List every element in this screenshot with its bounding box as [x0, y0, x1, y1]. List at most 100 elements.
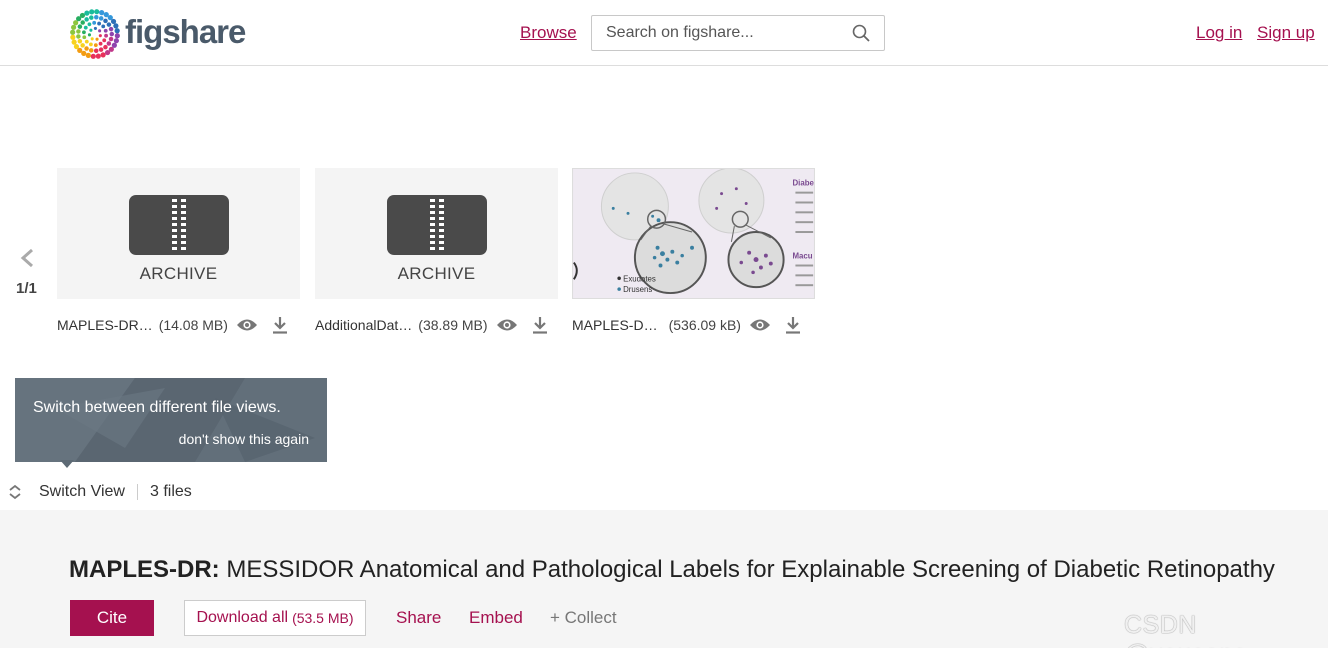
retina-figure-preview: Exudates Drusens Diabe Macu — [573, 169, 814, 298]
logo-dot — [98, 29, 102, 33]
logo-dot — [103, 18, 108, 24]
logo-dot — [84, 46, 89, 51]
switch-view-bar: Switch View 3 files — [8, 482, 192, 502]
logo-text: figshare — [125, 13, 246, 50]
logo-dot — [70, 29, 76, 35]
thumbnail-type-label: ARCHIVE — [397, 264, 476, 283]
logo-dot — [98, 47, 104, 52]
logo-dot — [77, 39, 83, 44]
search-icon[interactable] — [852, 24, 870, 42]
file-thumbnail[interactable]: ARCHIVE — [315, 168, 558, 299]
logo-dot — [82, 35, 87, 40]
signup-link[interactable]: Sign up — [1257, 23, 1315, 43]
file-card: Exudates Drusens Diabe Macu MAPLES-D… (5… — [572, 168, 815, 335]
image-thumbnail[interactable]: Exudates Drusens Diabe Macu — [572, 168, 815, 299]
login-link[interactable]: Log in — [1196, 23, 1242, 43]
article-detail-section: MAPLES-DR: MESSIDOR Anatomical and Patho… — [0, 510, 1328, 648]
logo-dot — [106, 22, 112, 27]
logo-dot — [93, 26, 97, 30]
logo-dot — [110, 18, 117, 25]
logo-dot — [89, 15, 94, 20]
logo-dot — [103, 28, 108, 33]
chevron-left-icon[interactable] — [18, 247, 38, 269]
file-thumbnail[interactable]: ARCHIVE — [57, 168, 300, 299]
logo-dot — [103, 44, 108, 50]
archive-icon — [128, 195, 229, 255]
logo-dot — [84, 17, 89, 22]
file-view-tooltip: Switch between different file views. don… — [15, 378, 327, 462]
side-title-diabetic: Diabe — [792, 179, 814, 188]
download-icon[interactable] — [532, 316, 548, 334]
browse-link[interactable]: Browse — [520, 23, 577, 43]
eye-icon[interactable] — [496, 318, 518, 332]
file-name: MAPLES-DR… — [57, 317, 153, 333]
share-link[interactable]: Share — [396, 608, 441, 628]
logo-dot — [113, 38, 119, 44]
file-card: ARCHIVE AdditionalDat… (38.89 MB) — [315, 168, 558, 335]
embed-link[interactable]: Embed — [469, 608, 523, 628]
eye-icon[interactable] — [236, 318, 258, 332]
logo-dot — [84, 10, 90, 16]
logo-dot — [108, 26, 114, 32]
file-size: (14.08 MB) — [158, 317, 228, 333]
logo-dot — [114, 33, 120, 39]
figshare-logo[interactable]: figshare — [68, 8, 246, 60]
side-title-macular: Macu — [792, 252, 812, 261]
eye-icon[interactable] — [749, 318, 771, 332]
logo-dot — [83, 25, 88, 30]
file-name: AdditionalDat… — [315, 317, 413, 333]
file-count: 3 files — [149, 483, 192, 500]
cite-button[interactable]: Cite — [70, 600, 154, 636]
logo-dot — [76, 34, 81, 39]
logo-dot — [90, 53, 96, 59]
logo-dot — [85, 52, 91, 58]
logo-dot — [79, 12, 86, 19]
switch-view-icon[interactable] — [8, 484, 22, 500]
logo-dot — [104, 49, 111, 56]
article-title-rest: MESSIDOR Anatomical and Pathological Lab… — [219, 556, 1275, 583]
download-all-size: (53.5 MB) — [292, 610, 354, 626]
logo-dot — [76, 29, 81, 34]
file-card: ARCHIVE MAPLES-DR… (14.08 MB) — [57, 168, 300, 335]
logo-dot — [80, 43, 85, 48]
logo-dot — [101, 24, 106, 29]
divider — [136, 484, 138, 500]
legend-exudates: Exudates — [623, 274, 656, 283]
logo-dot — [114, 28, 120, 34]
logo-dot — [93, 48, 99, 54]
article-title-prefix: MAPLES-DR: — [69, 556, 220, 583]
site-header: figshare Browse Log in Sign up — [0, 0, 1328, 66]
thumbnail-type-label: ARCHIVE — [139, 264, 218, 283]
file-size: (38.89 MB) — [418, 317, 488, 333]
collect-link[interactable]: + Collect — [550, 608, 617, 628]
file-name: MAPLES-D… — [572, 317, 658, 333]
logo-dot — [77, 24, 83, 29]
logo-dot — [89, 9, 95, 15]
search-box — [591, 15, 885, 51]
download-icon[interactable] — [272, 316, 288, 334]
logo-dot — [109, 31, 115, 37]
logo-dot — [80, 20, 85, 25]
logo-dot — [106, 41, 112, 46]
download-all-button[interactable]: Download all (53.5 MB) — [184, 600, 366, 636]
carousel-pager: 1/1 — [16, 280, 37, 297]
archive-icon — [386, 195, 487, 255]
search-input[interactable] — [606, 24, 852, 42]
download-icon[interactable] — [785, 316, 801, 334]
tooltip-background-pattern — [15, 378, 327, 462]
logo-dot — [70, 34, 76, 40]
watermark: CSDN @youcans_ — [1124, 611, 1260, 648]
dont-show-again-link[interactable]: don't show this again — [179, 431, 309, 447]
logo-dot — [102, 38, 107, 43]
logo-dot — [88, 42, 93, 47]
logo-dot — [84, 39, 89, 44]
logo-dot — [98, 41, 103, 46]
logo-dot — [113, 23, 119, 29]
logo-dot — [82, 30, 86, 35]
switch-view-button[interactable]: Switch View — [39, 483, 125, 501]
legend-drusens: Drusens — [623, 285, 652, 294]
logo-dot — [95, 53, 101, 59]
tooltip-arrow — [60, 460, 74, 468]
logo-dot — [89, 28, 93, 32]
logo-dot — [87, 33, 92, 37]
